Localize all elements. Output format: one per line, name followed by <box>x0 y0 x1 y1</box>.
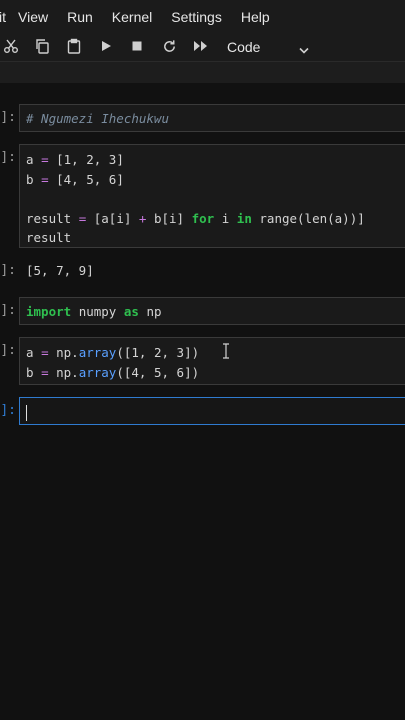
cell-prompt-active: ]: <box>0 403 16 418</box>
paste-icon[interactable] <box>65 37 83 55</box>
code-cell[interactable]: a = [1, 2, 3] b = [4, 5, 6] result = [a[… <box>19 144 405 248</box>
cell-prompt: ]: <box>0 343 16 358</box>
code-comment: # Ngumezi Ihechukwu <box>26 111 169 126</box>
notebook-toolbar: Code <box>0 33 405 62</box>
code-editor[interactable]: import numpy as np <box>20 298 405 322</box>
code-editor[interactable]: a = [1, 2, 3] b = [4, 5, 6] result = [a[… <box>20 145 405 248</box>
cell-prompt: ]: <box>0 150 16 165</box>
active-code-cell[interactable] <box>19 397 405 425</box>
menu-settings[interactable]: Settings <box>171 9 222 25</box>
copy-icon[interactable] <box>33 37 51 55</box>
menu-edit[interactable]: it <box>0 9 6 25</box>
toolbar-shadow-strip <box>0 62 405 83</box>
menu-bar: it View Run Kernel Settings Help <box>0 0 405 33</box>
code-cell[interactable]: import numpy as np <box>19 297 405 325</box>
menu-view[interactable]: View <box>18 9 48 25</box>
cell-prompt: ]: <box>0 303 16 318</box>
cell-prompt: ]: <box>0 110 16 125</box>
menu-help[interactable]: Help <box>241 9 270 25</box>
stop-icon[interactable] <box>128 37 146 55</box>
code-cell[interactable]: # Ngumezi Ihechukwu <box>19 104 405 132</box>
code-editor[interactable]: a = np.array([1, 2, 3]) b = np.array([4,… <box>20 338 405 382</box>
menu-run[interactable]: Run <box>67 9 93 25</box>
chevron-down-icon <box>299 42 309 58</box>
fast-forward-icon[interactable] <box>191 37 209 55</box>
code-editor[interactable] <box>20 398 405 422</box>
restart-icon[interactable] <box>160 37 178 55</box>
menu-kernel[interactable]: Kernel <box>112 9 152 25</box>
output-prompt: ]: <box>0 263 16 278</box>
run-icon[interactable] <box>97 37 115 55</box>
caret <box>26 404 27 421</box>
cell-type-select[interactable]: Code <box>227 37 315 57</box>
text-cursor-icon <box>221 343 231 364</box>
code-cell[interactable]: a = np.array([1, 2, 3]) b = np.array([4,… <box>19 337 405 385</box>
cell-output: [5, 7, 9] <box>26 263 94 278</box>
cell-type-label: Code <box>227 39 261 55</box>
cut-icon[interactable] <box>2 37 20 55</box>
